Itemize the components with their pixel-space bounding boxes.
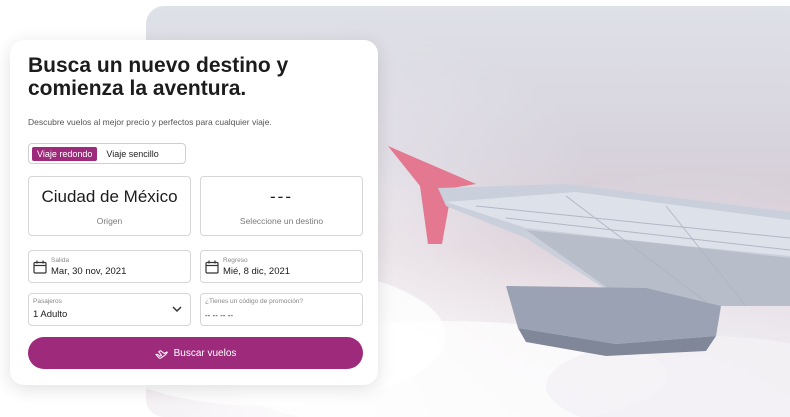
trip-type-toggle: Viaje redondo Viaje sencillo bbox=[28, 143, 186, 164]
calendar-icon bbox=[33, 260, 47, 274]
return-date-field[interactable]: Regreso Mié, 8 dic, 2021 bbox=[200, 250, 363, 283]
calendar-icon bbox=[205, 260, 219, 274]
promo-label: ¿Tienes un código de promoción? bbox=[205, 298, 304, 305]
airplane-icon bbox=[155, 349, 168, 359]
flight-search-card: Busca un nuevo destino y comienza la ave… bbox=[10, 40, 378, 385]
page-title: Busca un nuevo destino y comienza la ave… bbox=[28, 54, 289, 100]
passengers-value: 1 Adulto bbox=[33, 309, 68, 320]
one-way-option[interactable]: Viaje sencillo bbox=[101, 147, 163, 161]
destination-label: Seleccione un destino bbox=[239, 216, 324, 226]
destination-field[interactable]: --- Seleccione un destino bbox=[200, 176, 363, 236]
origin-label: Origen bbox=[96, 216, 123, 226]
destination-value: --- bbox=[270, 187, 293, 206]
departure-label: Salida bbox=[51, 257, 70, 264]
chevron-down-icon bbox=[172, 306, 182, 313]
passengers-label: Pasajeros bbox=[33, 298, 62, 305]
search-button-label: Buscar vuelos bbox=[173, 347, 237, 359]
passengers-select[interactable]: Pasajeros 1 Adulto bbox=[28, 293, 191, 326]
promo-code-field[interactable]: ¿Tienes un código de promoción? -- -- --… bbox=[200, 293, 363, 326]
departure-date-field[interactable]: Salida Mar, 30 nov, 2021 bbox=[28, 250, 191, 283]
round-trip-option[interactable]: Viaje redondo bbox=[32, 146, 98, 161]
return-value: Mié, 8 dic, 2021 bbox=[223, 266, 291, 277]
search-flights-button[interactable]: Buscar vuelos bbox=[28, 337, 363, 369]
page-subtitle: Descubre vuelos al mejor precio y perfec… bbox=[28, 117, 272, 127]
promo-value: -- -- -- -- bbox=[205, 311, 233, 320]
return-label: Regreso bbox=[223, 257, 248, 264]
origin-field[interactable]: Ciudad de México Origen bbox=[28, 176, 191, 236]
departure-value: Mar, 30 nov, 2021 bbox=[51, 266, 127, 277]
origin-value: Ciudad de México bbox=[41, 187, 178, 206]
